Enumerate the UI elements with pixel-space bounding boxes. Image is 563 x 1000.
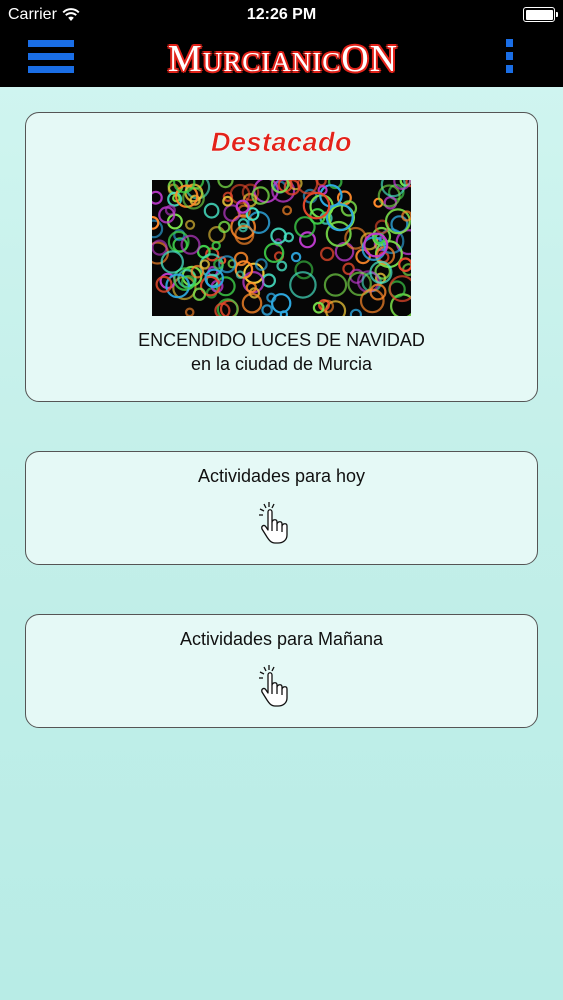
activities-tomorrow-button[interactable]: Actividades para Mañana [25, 614, 538, 728]
app-logo: MurcianicON [118, 35, 448, 83]
activities-today-button[interactable]: Actividades para hoy [25, 451, 538, 565]
activities-tomorrow-label: Actividades para Mañana [179, 629, 384, 649]
featured-title-line2: en la ciudad de Murcia [190, 354, 373, 374]
featured-title-line1: ENCENDIDO LUCES DE NAVIDAD [138, 330, 425, 350]
hamburger-menu-icon[interactable] [28, 40, 74, 74]
pointing-hand-icon [259, 502, 288, 544]
featured-heading: Destacado [210, 127, 353, 158]
status-time: 12:26 PM [246, 6, 317, 23]
pointing-hand-icon [259, 665, 288, 707]
featured-card[interactable]: Destacado ENCENDIDO LUCES DE NAVIDAD en … [25, 112, 538, 402]
activities-today-label: Actividades para hoy [197, 466, 366, 486]
christmas-lights-image [152, 180, 411, 316]
logo-text: MurcianicON [167, 38, 399, 80]
status-bar: Carrier 12:26 PM [0, 0, 563, 30]
featured-title: ENCENDIDO LUCES DE NAVIDAD en la ciudad … [26, 328, 537, 376]
battery-icon [523, 7, 558, 22]
nav-bar: MurcianicON [0, 30, 563, 87]
more-options-icon[interactable] [505, 39, 515, 73]
